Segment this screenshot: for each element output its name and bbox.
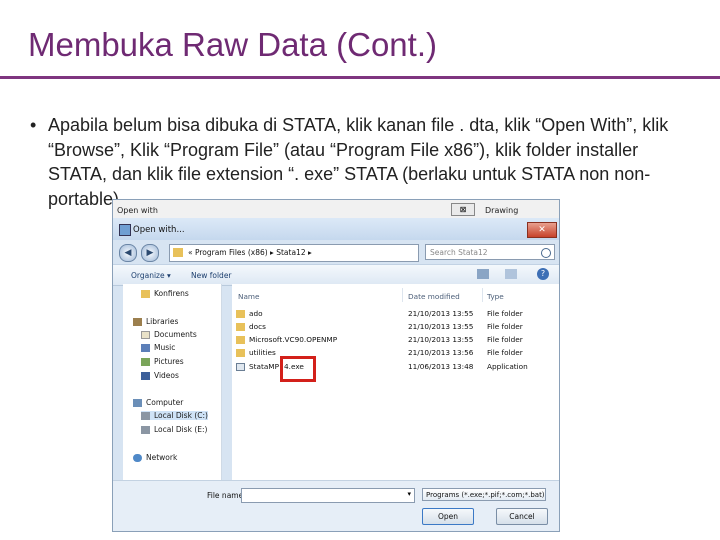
folder-icon bbox=[236, 336, 245, 344]
background-window-strip: Open with ⊠ Drawing bbox=[113, 200, 559, 218]
bullet-paragraph: • Apabila belum bisa dibuka di STATA, kl… bbox=[30, 113, 680, 211]
open-button[interactable]: Open bbox=[422, 508, 474, 525]
sidebar-item-pictures[interactable]: Pictures bbox=[141, 357, 184, 366]
dialog-app-icon bbox=[119, 224, 131, 236]
application-icon bbox=[236, 363, 245, 371]
address-field[interactable]: « Program Files (x86) ▸ Stata12 ▸ ↻ bbox=[169, 244, 467, 262]
sidebar-item-local-disk-e[interactable]: Local Disk (E:) bbox=[141, 425, 207, 434]
sidebar-item-videos[interactable]: Videos bbox=[141, 371, 179, 380]
file-date: 21/10/2013 13:55 bbox=[408, 322, 474, 331]
background-window-title: Open with bbox=[117, 206, 158, 215]
file-date: 21/10/2013 13:56 bbox=[408, 348, 474, 357]
dialog-title: Open with... bbox=[133, 225, 185, 235]
search-placeholder: Search Stata12 bbox=[430, 248, 488, 257]
file-date: 11/06/2013 13:48 bbox=[408, 362, 474, 371]
background-close-button[interactable]: ⊠ bbox=[451, 203, 475, 216]
file-type: File folder bbox=[487, 309, 523, 318]
file-type: File folder bbox=[487, 322, 523, 331]
sidebar-item-computer[interactable]: Computer bbox=[133, 398, 183, 407]
file-type: File folder bbox=[487, 348, 523, 357]
file-name: StataMP bbox=[249, 362, 279, 371]
folder-icon bbox=[173, 248, 183, 257]
search-input[interactable]: Search Stata12 bbox=[425, 244, 555, 260]
dialog-screenshot: Open with ⊠ Drawing Open with... ✕ ◀ ▶ «… bbox=[112, 199, 560, 532]
disk-icon bbox=[141, 412, 150, 420]
file-row[interactable]: ado 21/10/2013 13:55 File folder bbox=[232, 308, 559, 320]
sidebar-item-libraries[interactable]: Libraries bbox=[133, 317, 178, 326]
videos-icon bbox=[141, 372, 150, 380]
background-window-right-text: Drawing bbox=[485, 206, 519, 215]
organize-button[interactable]: Organize ▾ bbox=[131, 271, 171, 280]
address-bar: ◀ ▶ « Program Files (x86) ▸ Stata12 ▸ ↻ … bbox=[113, 240, 559, 264]
file-type: Application bbox=[487, 362, 528, 371]
sidebar-item-music[interactable]: Music bbox=[141, 343, 175, 352]
file-row[interactable]: Microsoft.VC90.OPENMP 21/10/2013 13:55 F… bbox=[232, 334, 559, 346]
slide-title: Membuka Raw Data (Cont.) bbox=[28, 26, 437, 63]
file-name: ado bbox=[249, 309, 263, 318]
file-name-label: File name: bbox=[207, 491, 246, 500]
address-path: « Program Files (x86) ▸ Stata12 ▸ bbox=[188, 248, 312, 257]
library-icon bbox=[133, 318, 142, 326]
bullet-text: Apabila belum bisa dibuka di STATA, klik… bbox=[48, 115, 669, 209]
music-icon bbox=[141, 344, 150, 352]
preview-pane-icon[interactable] bbox=[505, 269, 517, 279]
back-button[interactable]: ◀ bbox=[119, 244, 137, 262]
dialog-titlebar: Open with... ✕ bbox=[113, 218, 559, 240]
search-icon bbox=[541, 248, 551, 258]
column-separator bbox=[482, 288, 483, 302]
folder-icon bbox=[236, 349, 245, 357]
file-type-select[interactable]: Programs (*.exe;*.pif;*.com;*.bat) bbox=[422, 488, 546, 501]
file-name: utilities bbox=[249, 348, 276, 357]
column-header-date[interactable]: Date modified bbox=[408, 292, 460, 301]
column-header-name[interactable]: Name bbox=[238, 292, 260, 301]
navigation-pane: Konfirens Libraries Documents Music Pict… bbox=[123, 284, 222, 480]
file-date: 21/10/2013 13:55 bbox=[408, 309, 474, 318]
file-name: docs bbox=[249, 322, 266, 331]
column-separator bbox=[402, 288, 403, 302]
file-name: Microsoft.VC90.OPENMP bbox=[249, 335, 338, 344]
view-options-icon[interactable] bbox=[477, 269, 489, 279]
sidebar-item-network[interactable]: Network bbox=[133, 453, 177, 462]
folder-icon bbox=[236, 323, 245, 331]
file-name-input[interactable]: ▾ bbox=[241, 488, 415, 503]
file-row[interactable]: docs 21/10/2013 13:55 File folder bbox=[232, 321, 559, 333]
title-rule bbox=[0, 76, 720, 79]
dialog-close-button[interactable]: ✕ bbox=[527, 222, 557, 238]
disk-icon bbox=[141, 426, 150, 434]
command-bar: Organize ▾ New folder ? bbox=[113, 264, 559, 286]
column-header-type[interactable]: Type bbox=[487, 292, 504, 301]
sidebar-item-local-disk-c[interactable]: Local Disk (C:) bbox=[141, 411, 208, 420]
file-date: 21/10/2013 13:55 bbox=[408, 335, 474, 344]
forward-button[interactable]: ▶ bbox=[141, 244, 159, 262]
highlight-box bbox=[280, 356, 316, 382]
dialog-bottom-bar: File name: ▾ Programs (*.exe;*.pif;*.com… bbox=[113, 480, 559, 531]
new-folder-button[interactable]: New folder bbox=[191, 271, 232, 280]
sidebar-item-documents[interactable]: Documents bbox=[141, 330, 197, 339]
folder-icon bbox=[236, 310, 245, 318]
folder-icon bbox=[141, 290, 150, 298]
computer-icon bbox=[133, 399, 142, 407]
documents-icon bbox=[141, 331, 150, 339]
sidebar-item-konfirens[interactable]: Konfirens bbox=[141, 289, 189, 298]
chevron-down-icon[interactable]: ▾ bbox=[407, 490, 411, 498]
file-list: Name Date modified Type ado 21/10/2013 1… bbox=[232, 284, 559, 480]
bullet-symbol: • bbox=[30, 115, 37, 135]
cancel-button[interactable]: Cancel bbox=[496, 508, 548, 525]
network-icon bbox=[133, 454, 142, 462]
help-icon[interactable]: ? bbox=[537, 268, 549, 280]
file-type: File folder bbox=[487, 335, 523, 344]
pictures-icon bbox=[141, 358, 150, 366]
